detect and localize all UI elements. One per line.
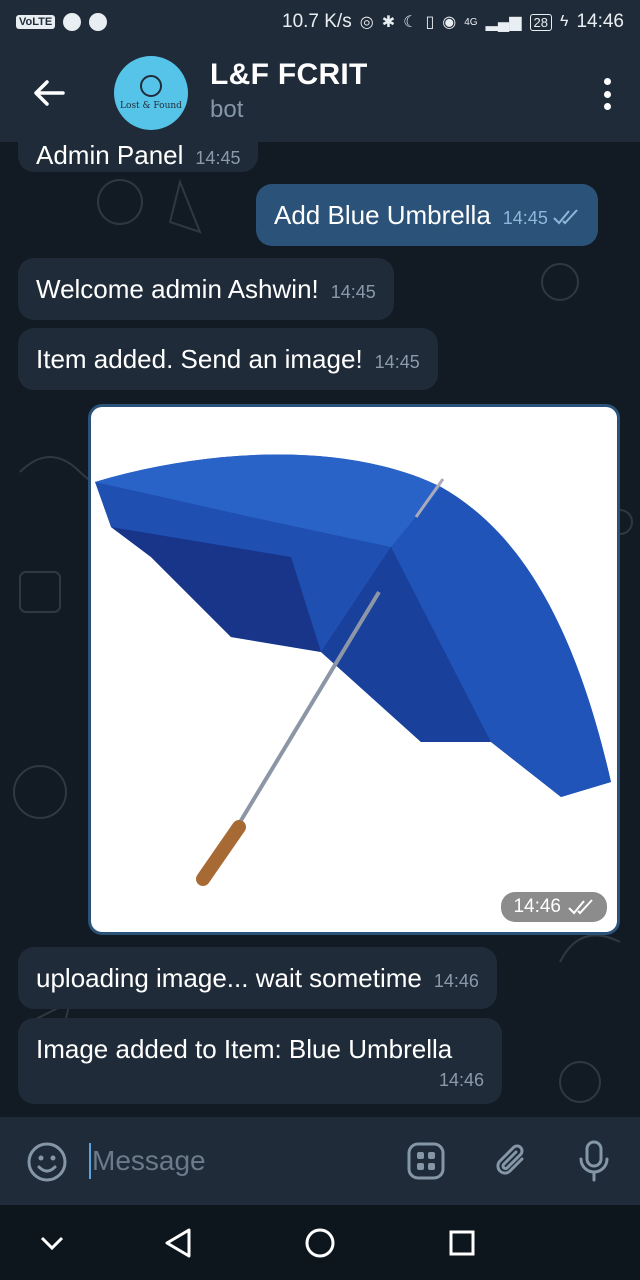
message-composer [0, 1117, 640, 1205]
spotify-icon [63, 13, 82, 31]
nav-recents-icon [449, 1230, 475, 1256]
whatsapp-icon [89, 13, 108, 31]
mic-button[interactable] [572, 1139, 616, 1183]
message-bubble-incoming[interactable]: Image added to Item: Blue Umbrella 14:46 [18, 1018, 502, 1104]
message-time: 14:46 [438, 1070, 484, 1090]
lost-found-emblem-icon [140, 75, 162, 97]
attach-button[interactable] [490, 1139, 534, 1183]
nav-recents-button[interactable] [442, 1223, 482, 1263]
message-bubble-incoming[interactable]: uploading image... wait sometime 14:46 [18, 947, 497, 1009]
attach-icon [496, 1144, 524, 1175]
nav-back-button[interactable] [158, 1223, 198, 1263]
chat-subtitle: bot [210, 96, 244, 123]
read-ticks-icon [568, 899, 593, 915]
message-time: 14:45 [195, 148, 241, 168]
message-text: Admin Panel [36, 142, 184, 170]
photo-time-text: 14:46 [513, 896, 561, 917]
nav-home-icon [305, 1228, 335, 1258]
mic-icon [579, 1140, 609, 1182]
chat-title: L&F FCRIT [210, 58, 368, 91]
photo-timestamp: 14:46 [501, 892, 607, 922]
chat-title-block[interactable]: L&F FCRIT bot [210, 58, 368, 124]
message-bubble-incoming[interactable]: Admin Panel 14:45 [18, 142, 259, 172]
network-speed: 10.7 K/s [282, 11, 352, 32]
volte-badge: VoLTE [16, 15, 56, 29]
signal-icon: ▂▄▆ [485, 14, 522, 31]
status-bar-right: 10.7 K/s ◎ ✱ ☾ ▯ ◉ 4G ▂▄▆ 28 ϟ 14:46 [282, 11, 624, 33]
avatar-text: Lost & Found [120, 101, 182, 111]
umbrella-photo[interactable]: 14:46 [91, 407, 617, 932]
emoji-icon [27, 1142, 67, 1182]
message-text: Image added to Item: Blue Umbrella [36, 1034, 453, 1064]
message-time: 14:45 [374, 352, 420, 372]
emoji-button[interactable] [26, 1141, 68, 1183]
vibrate-icon: ▯ [425, 14, 435, 31]
read-ticks-icon [553, 209, 578, 225]
bluetooth-icon: ✱ [381, 14, 396, 31]
message-time: 14:46 [433, 971, 479, 991]
sticker-icon [407, 1142, 445, 1180]
status-bar: VoLTE 10.7 K/s ◎ ✱ ☾ ▯ ◉ 4G ▂▄▆ 28 ϟ 14:… [0, 0, 640, 44]
message-bubble-outgoing[interactable]: Add Blue Umbrella 14:45 [256, 184, 598, 246]
nav-home-button[interactable] [300, 1223, 340, 1263]
message-time: 14:45 [330, 282, 376, 302]
sticker-button[interactable] [404, 1139, 448, 1183]
chat-header: Lost & Found L&F FCRIT bot [0, 44, 640, 142]
message-text: uploading image... wait sometime [36, 963, 422, 993]
system-nav-bar [0, 1205, 640, 1280]
battery-level: 28 [529, 13, 552, 31]
clock: 14:46 [576, 11, 624, 32]
message-text: Welcome admin Ashwin! [36, 274, 319, 304]
chat-area[interactable]: Admin Panel 14:45 Add Blue Umbrella 14:45 … [0, 142, 640, 1117]
more-options-button[interactable] [602, 78, 612, 110]
message-text: Add Blue Umbrella [274, 200, 491, 230]
nav-back-icon [165, 1228, 191, 1258]
umbrella-image [95, 454, 611, 886]
back-arrow-icon [34, 80, 65, 106]
message-bubble-incoming[interactable]: Welcome admin Ashwin! 14:45 [18, 258, 394, 320]
avatar[interactable]: Lost & Found [114, 56, 188, 130]
message-time: 14:45 [502, 208, 548, 228]
nav-down-button[interactable] [32, 1223, 72, 1263]
message-text: Item added. Send an image! [36, 344, 363, 374]
message-bubble-incoming[interactable]: Item added. Send an image! 14:45 [18, 328, 438, 390]
nav-down-icon [40, 1236, 64, 1251]
hotspot-icon: ◎ [359, 14, 374, 31]
back-button[interactable] [0, 44, 98, 142]
photo-message[interactable]: 14:46 [88, 404, 620, 935]
more-vert-icon [603, 78, 611, 85]
text-caret [89, 1143, 91, 1179]
network-type: 4G [464, 16, 478, 28]
charging-icon: ϟ [559, 13, 569, 30]
status-bar-left: VoLTE [16, 13, 108, 31]
moon-icon: ☾ [403, 14, 418, 31]
eye-icon: ◉ [442, 14, 457, 31]
message-input[interactable] [92, 1139, 392, 1183]
